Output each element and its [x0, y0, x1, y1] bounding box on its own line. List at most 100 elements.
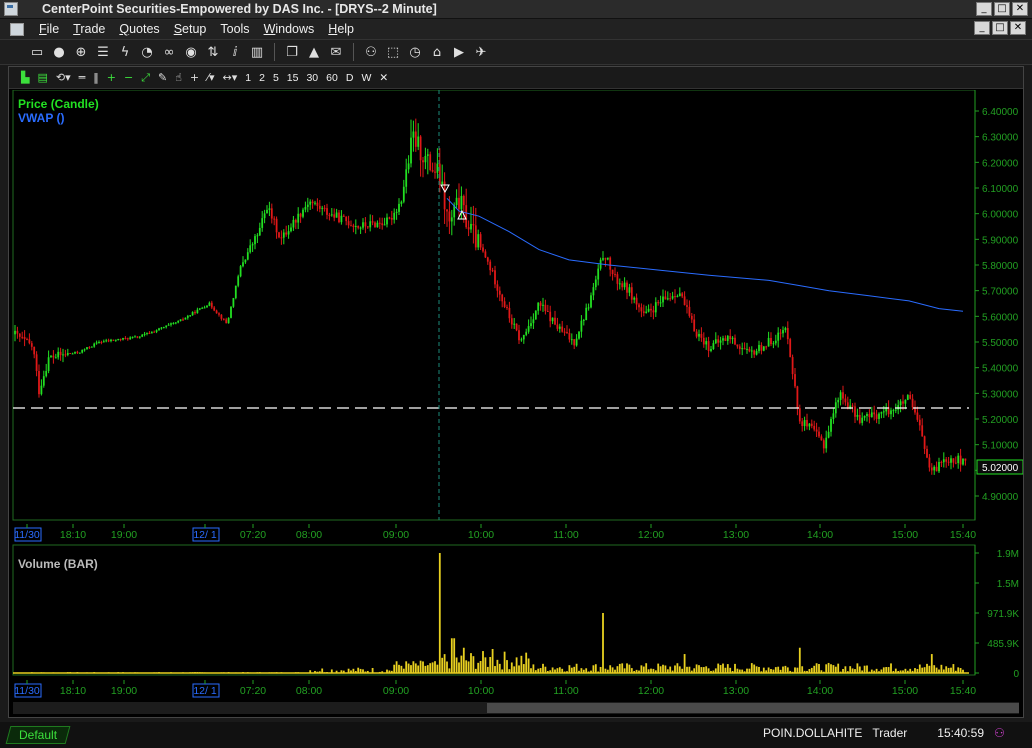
candle-body [868, 414, 871, 418]
volume-bar [395, 661, 398, 673]
youtube-icon[interactable]: ▶ [448, 43, 470, 61]
toolbar-separator [353, 43, 354, 61]
period-2[interactable]: 2 [255, 72, 269, 84]
x-axis-label: 09:00 [383, 529, 409, 541]
x-axis-label: 07:20 [240, 685, 266, 697]
period-30[interactable]: 30 [302, 72, 322, 84]
volume-bar [417, 665, 420, 673]
candle-body [592, 287, 595, 296]
mdi-minimize-button[interactable]: _ [974, 21, 990, 35]
hline-icon[interactable]: ═ [75, 71, 90, 84]
vline-icon[interactable]: ‖ [89, 71, 103, 84]
lightning-icon[interactable]: ϟ [114, 43, 136, 61]
candle-body [419, 136, 422, 161]
timer-icon[interactable]: ◷ [404, 43, 426, 61]
candle-body [150, 331, 153, 334]
volume-bar [419, 660, 422, 673]
eye-icon[interactable]: ◉ [180, 43, 202, 61]
period-w[interactable]: W [357, 72, 375, 84]
close-button[interactable]: ✕ [1012, 2, 1028, 16]
zoom-out-icon[interactable]: − [120, 71, 137, 84]
candle-body [110, 339, 112, 342]
mail-icon[interactable]: ✉ [325, 43, 347, 61]
candle-body [513, 323, 516, 325]
candle-body [498, 290, 501, 295]
period-5[interactable]: 5 [269, 72, 283, 84]
period-15[interactable]: 15 [283, 72, 303, 84]
candle-body [162, 327, 165, 329]
clock-icon[interactable]: ◔ [136, 43, 158, 61]
crosshair-icon[interactable]: + [186, 71, 203, 84]
refresh-icon[interactable]: ⟲▾ [52, 71, 75, 84]
volume-bar [832, 665, 835, 673]
menu-windows[interactable]: Windows [257, 22, 322, 36]
chart-canvas[interactable]: 6.40000 6.30000 6.20000 6.10000 6.00000 5.900… [9, 90, 1023, 718]
candle-body [347, 221, 350, 226]
period-d[interactable]: D [342, 72, 358, 84]
twitter-icon[interactable]: ✈ [470, 43, 492, 61]
candle-body [436, 163, 439, 173]
candle-body [81, 349, 84, 353]
candle-body [681, 293, 684, 297]
info-icon[interactable]: ⅈ [224, 43, 246, 61]
price-y-tick: 5.30000 [982, 389, 1019, 400]
chart-close-button[interactable]: ✕ [375, 72, 392, 84]
candle-body [830, 418, 832, 432]
candle-body [606, 257, 609, 260]
last-price-label: 5.02000 [982, 463, 1019, 474]
menu-tools[interactable]: Tools [213, 22, 256, 36]
candle-body [462, 195, 465, 206]
menu-file[interactable]: File [32, 22, 66, 36]
menu-setup[interactable]: Setup [167, 22, 214, 36]
fit-icon[interactable]: ⤢ [137, 71, 154, 85]
list-icon[interactable]: ☰ [92, 43, 114, 61]
globe-icon[interactable]: ⊕ [70, 43, 92, 61]
scroll-icon[interactable]: ↔▾ [219, 71, 242, 84]
trendline-icon[interactable]: ⁄▾ [203, 71, 218, 84]
candle-body [306, 204, 309, 207]
minimize-button[interactable]: _ [976, 2, 992, 16]
hand-icon[interactable]: ☝ [171, 71, 186, 84]
x-axis-label: 12/ 1 [193, 685, 217, 697]
chart-type-icon[interactable]: ▙ [17, 71, 33, 84]
candle-body [261, 218, 264, 228]
network-icon[interactable]: ⚇ [360, 43, 382, 61]
period-1[interactable]: 1 [241, 72, 255, 84]
draw-icon[interactable]: ✎ [154, 71, 171, 84]
document-icon[interactable] [10, 22, 24, 36]
app-icon[interactable] [4, 2, 18, 16]
menu-quotes[interactable]: Quotes [112, 22, 166, 36]
mdi-close-button[interactable]: ✕ [1010, 21, 1026, 35]
candle-body [443, 181, 446, 210]
candle-body [604, 258, 607, 260]
layout-tab-default[interactable]: Default [5, 726, 71, 744]
period-60[interactable]: 60 [322, 72, 342, 84]
candle-body [945, 459, 948, 462]
bar-chart-icon[interactable]: ▥ [246, 43, 268, 61]
candle-body [258, 227, 261, 236]
link-icon[interactable]: ∞ [158, 43, 180, 61]
indicator-icon[interactable]: ▤ [33, 71, 51, 84]
mdi-restore-button[interactable]: □ [992, 21, 1008, 35]
copy-icon[interactable]: ❐ [281, 43, 303, 61]
menu-help[interactable]: Help [321, 22, 361, 36]
window-icon[interactable]: ▭ [26, 43, 48, 61]
x-axis-label: 13:00 [723, 685, 749, 697]
candle-body [376, 222, 379, 228]
volume-bar [407, 663, 410, 673]
menu-trade[interactable]: Trade [66, 22, 112, 36]
sort-icon[interactable]: ⇅ [202, 43, 224, 61]
x-axis-label: 09:00 [383, 685, 409, 697]
volume-bar [592, 665, 595, 673]
connection-icon[interactable]: ⚇ [994, 726, 1022, 740]
legend-vwap: VWAP () [18, 111, 64, 125]
alert-icon[interactable]: ▲ [303, 43, 325, 61]
maximize-button[interactable]: □ [994, 2, 1010, 16]
candle-body [424, 155, 427, 163]
select-icon[interactable]: ⬚ [382, 43, 404, 61]
user-icon[interactable]: ● [48, 43, 70, 61]
zoom-in-icon[interactable]: + [103, 71, 120, 84]
candle-body [335, 212, 338, 218]
candle-body [98, 342, 100, 344]
home-icon[interactable]: ⌂ [426, 43, 448, 61]
